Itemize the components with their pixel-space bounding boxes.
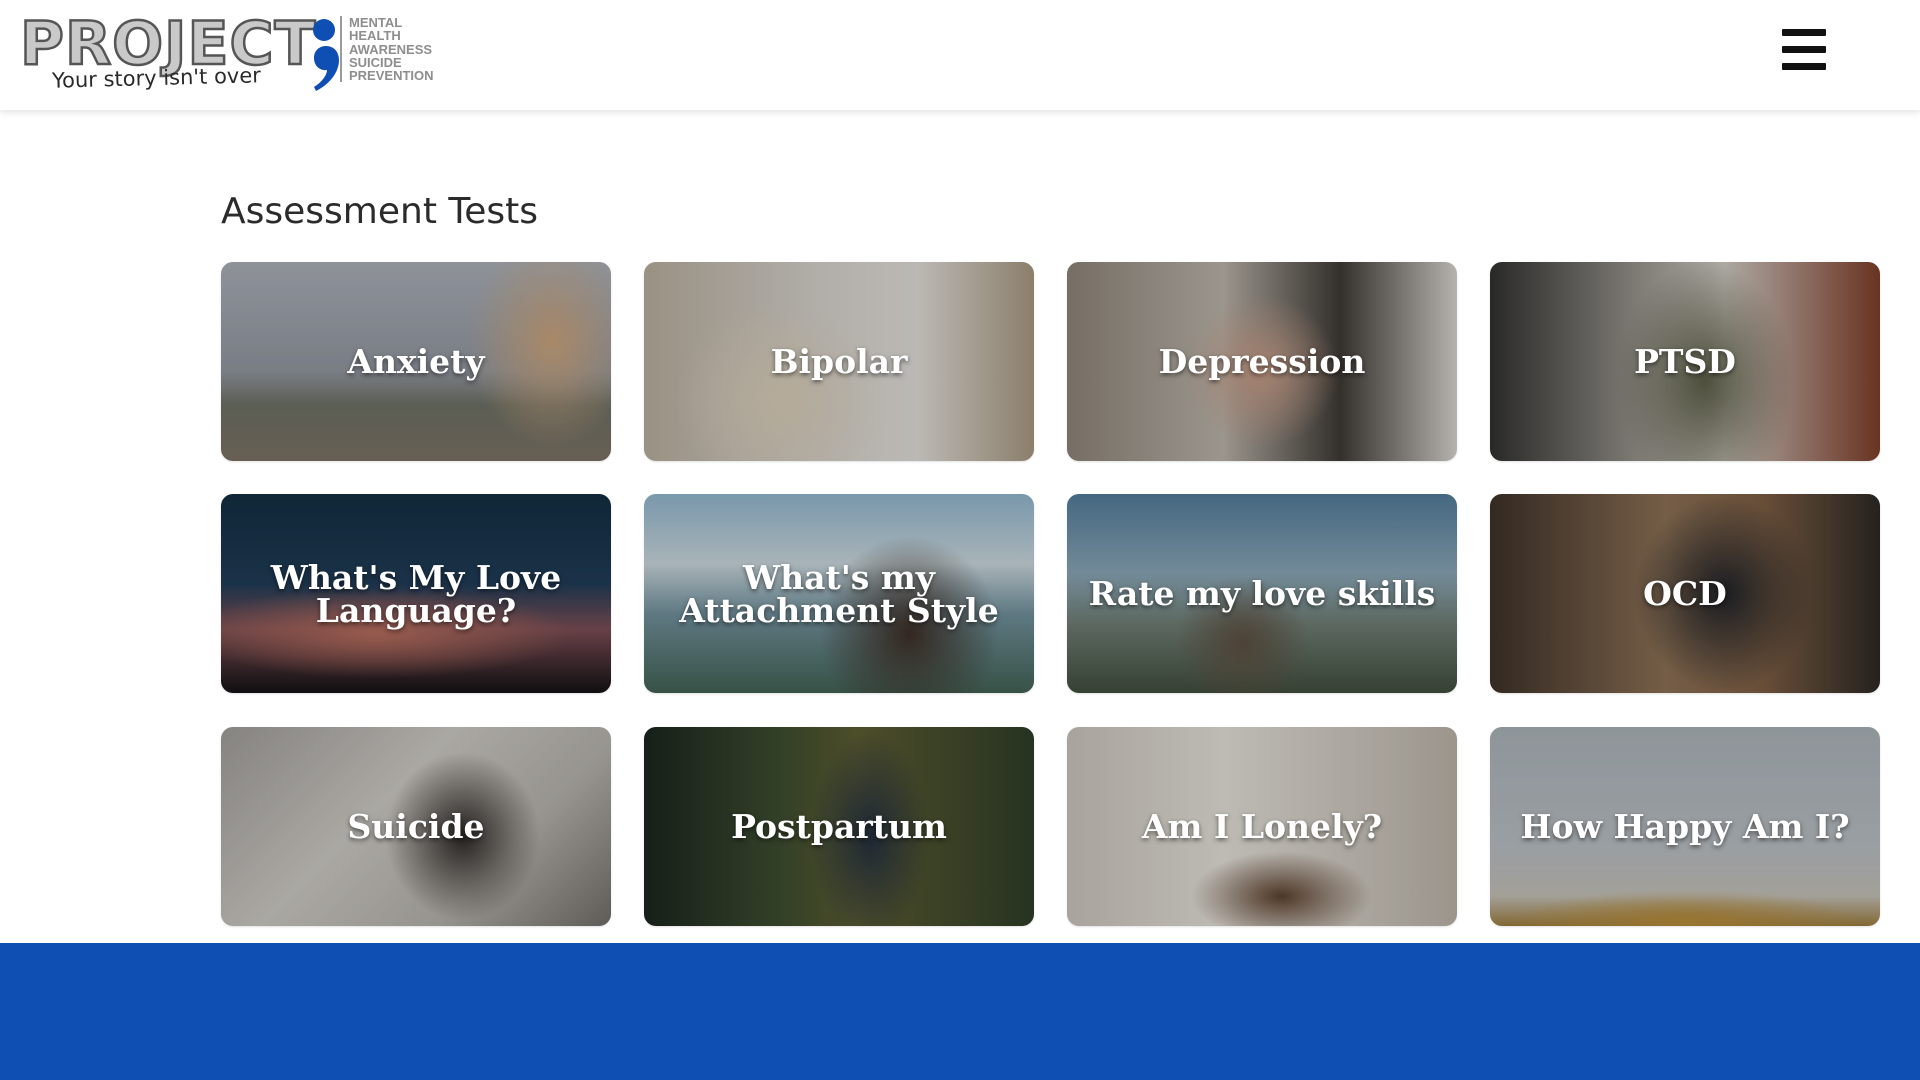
assessment-grid: Anxiety Bipolar Depression PTSD What's M… bbox=[221, 262, 1881, 926]
assessment-card-happiness[interactable]: How Happy Am I? bbox=[1490, 727, 1880, 926]
card-label: How Happy Am I? bbox=[1520, 807, 1850, 846]
card-label: Anxiety bbox=[347, 342, 485, 381]
assessment-card-anxiety[interactable]: Anxiety bbox=[221, 262, 611, 461]
footer bbox=[0, 943, 1920, 1080]
assessment-card-ocd[interactable]: OCD bbox=[1490, 494, 1880, 693]
assessment-card-ptsd[interactable]: PTSD bbox=[1490, 262, 1880, 461]
logo-stack-line: HEALTH bbox=[349, 28, 401, 44]
card-label: PTSD bbox=[1634, 342, 1736, 381]
hamburger-menu-icon[interactable] bbox=[1780, 29, 1828, 71]
card-label: Bipolar bbox=[770, 342, 908, 381]
assessment-card-suicide[interactable]: Suicide bbox=[221, 727, 611, 926]
assessment-card-attachment-style[interactable]: What's my Attachment Style bbox=[644, 494, 1034, 693]
assessment-card-postpartum[interactable]: Postpartum bbox=[644, 727, 1034, 926]
card-label: Am I Lonely? bbox=[1141, 807, 1383, 846]
card-label: OCD bbox=[1643, 574, 1727, 613]
card-label: Rate my love skills bbox=[1088, 574, 1436, 613]
assessment-card-love-skills[interactable]: Rate my love skills bbox=[1067, 494, 1457, 693]
logo-tagline: Your story isn't over bbox=[51, 63, 262, 93]
card-label: Suicide bbox=[347, 807, 485, 846]
logo-stack-line: SUICIDE bbox=[349, 54, 402, 70]
menu-bar bbox=[1782, 46, 1826, 53]
assessment-card-depression[interactable]: Depression bbox=[1067, 262, 1457, 461]
logo-mission-text: MENTAL HEALTH AWARENESS SUICIDE PREVENTI… bbox=[340, 16, 434, 82]
menu-bar bbox=[1782, 63, 1826, 70]
logo-stack-line: AWARENESS bbox=[349, 41, 433, 57]
card-label: Depression bbox=[1158, 342, 1366, 381]
site-header: PROJECT Your story isn't over MENTAL HEA… bbox=[0, 0, 1920, 110]
menu-bar bbox=[1782, 29, 1826, 36]
semicolon-icon bbox=[313, 19, 339, 91]
card-label: Postpartum bbox=[731, 807, 947, 846]
page-title: Assessment Tests bbox=[221, 191, 539, 232]
project-semicolon-logo[interactable]: PROJECT Your story isn't over MENTAL HEA… bbox=[19, 11, 440, 93]
card-label: What's My Love Language? bbox=[270, 557, 562, 630]
assessment-card-love-language[interactable]: What's My Love Language? bbox=[221, 494, 611, 693]
logo-stack-line: PREVENTION bbox=[349, 68, 434, 84]
logo-stack-line: MENTAL bbox=[349, 15, 403, 30]
assessment-card-bipolar[interactable]: Bipolar bbox=[644, 262, 1034, 461]
assessment-card-lonely[interactable]: Am I Lonely? bbox=[1067, 727, 1457, 926]
card-label: What's my Attachment Style bbox=[679, 557, 999, 630]
